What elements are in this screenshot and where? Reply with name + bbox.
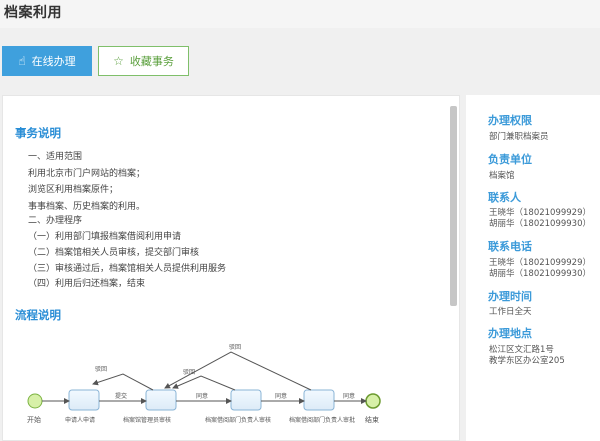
- flow-node-dept-approve: [303, 389, 335, 411]
- phone-title: 联系电话: [488, 240, 532, 253]
- flow-node-label: 档案馆管理员审核: [123, 416, 171, 424]
- flow-edge-label: 同意: [343, 392, 355, 400]
- contact-line: 胡丽华（18021099930）: [489, 219, 591, 229]
- flow-edge: [92, 373, 154, 391]
- flow-node-apply: [68, 389, 100, 411]
- description-line: 利用北京市门户网站的档案；: [28, 169, 146, 179]
- hand-pointer-icon: ☝: [18, 54, 26, 68]
- flow-edge-label: 同意: [196, 392, 208, 400]
- description-line: 浏览区利用档案原件；: [28, 185, 119, 195]
- flow-edge-label: 同意: [275, 392, 287, 400]
- description-line: 一、适用范围: [28, 152, 83, 162]
- flow-diagram: 开始 结束 申请人申请 档案馆管理员审核 档案借阅部门负责人审核 档案借阅部门负…: [27, 343, 381, 424]
- place-line: 松江区文汇路1号: [489, 345, 554, 355]
- flow-start-label: 开始: [27, 415, 41, 424]
- contact-title: 联系人: [488, 191, 521, 204]
- favorite-button[interactable]: ☆ 收藏事务: [98, 46, 189, 76]
- time-title: 办理时间: [488, 290, 532, 303]
- description-line: （四）利用后归还档案，结束: [28, 279, 146, 289]
- flow-node-label: 档案借阅部门负责人审批: [289, 416, 355, 424]
- flow-edge-label: 提交: [115, 392, 127, 400]
- flow-edge-label: 驳回: [229, 343, 241, 351]
- authority-text: 部门兼职档案员: [489, 132, 549, 142]
- main-scrollbar[interactable]: [450, 106, 457, 306]
- main-panel: 事务说明 一、适用范围 利用北京市门户网站的档案； 浏览区利用档案原件； 事事档…: [2, 95, 460, 441]
- description-line: （三）审核通过后，档案馆相关人员提供利用服务: [28, 264, 227, 274]
- flow-node-dept-review: [230, 389, 262, 411]
- flow-edge-label: 驳回: [95, 365, 107, 373]
- flow-node-label: 档案借阅部门负责人审核: [205, 416, 271, 424]
- info-sidebar: 办理权限 部门兼职档案员 负责单位 档案馆 联系人 王晓华（1802109992…: [466, 95, 600, 441]
- description-line: （二）档案馆相关人员审核，提交部门审核: [28, 248, 200, 258]
- description-line: （一）利用部门填报档案借阅利用申请: [28, 232, 182, 242]
- description-line: 事事档案、历史档案的利用。: [28, 202, 146, 212]
- flow-title: 流程说明: [15, 308, 61, 322]
- unit-text: 档案馆: [489, 171, 515, 181]
- page-title: 档案利用: [4, 5, 62, 21]
- page: 档案利用 ☝ 在线办理 ☆ 收藏事务 事务说明 一、适用范围 利用北京市门户网站…: [0, 0, 600, 441]
- phone-line: 胡丽华（18021099930）: [489, 269, 591, 279]
- flow-edge-label: 驳回: [183, 368, 195, 376]
- time-text: 工作日全天: [489, 307, 532, 317]
- place-line: 教学东区办公室205: [489, 356, 565, 366]
- flow-end-node: [365, 393, 381, 409]
- flow-end-label: 结束: [365, 415, 379, 424]
- unit-title: 负责单位: [488, 153, 532, 166]
- contact-line: 王晓华（18021099929）: [489, 208, 591, 218]
- topbar: 档案利用: [0, 0, 600, 28]
- star-icon: ☆: [113, 54, 124, 68]
- online-handle-button[interactable]: ☝ 在线办理: [2, 46, 92, 76]
- flow-node-label: 申请人申请: [65, 416, 95, 424]
- description-line: 二、办理程序: [28, 216, 83, 226]
- flow-node-archive-review: [145, 389, 177, 411]
- description-title: 事务说明: [15, 126, 61, 140]
- phone-line: 王晓华（18021099929）: [489, 258, 591, 268]
- authority-title: 办理权限: [488, 114, 532, 127]
- favorite-label: 收藏事务: [129, 55, 174, 68]
- place-title: 办理地点: [488, 327, 532, 340]
- flow-start-node: [27, 393, 43, 409]
- online-handle-label: 在线办理: [31, 55, 76, 68]
